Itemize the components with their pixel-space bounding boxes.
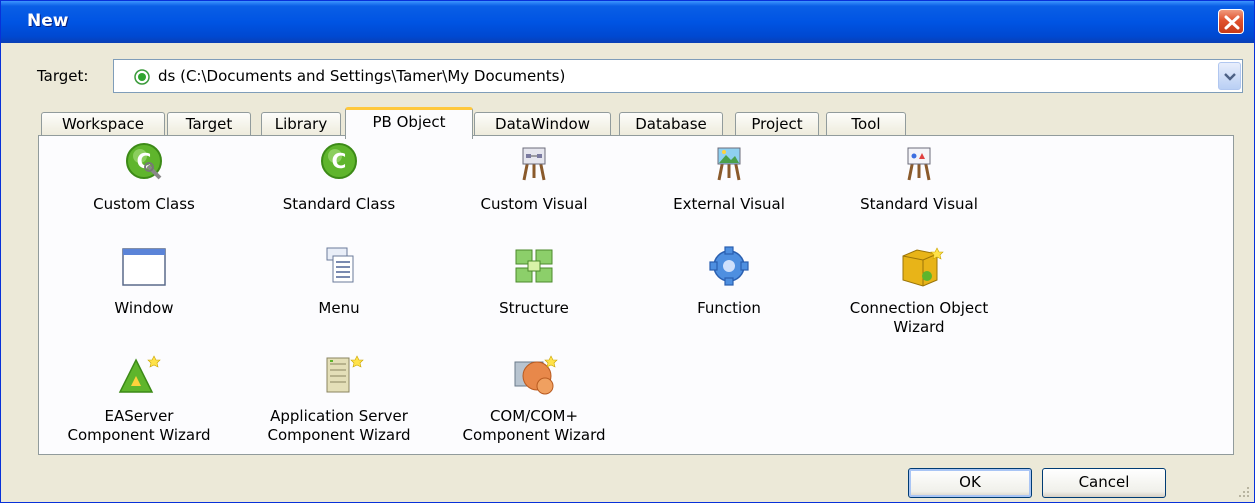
item-custom-visual[interactable]: Custom Visual (444, 142, 624, 217)
custom-visual-icon (522, 147, 546, 181)
item-custom-class[interactable]: C Custom Class (54, 142, 234, 217)
svg-text:C: C (332, 149, 347, 173)
item-label: External Visual (673, 195, 785, 213)
item-label-line2: Component Wizard (67, 426, 211, 444)
item-label: Window (114, 299, 174, 317)
item-label-line1: Connection Object (849, 299, 989, 317)
item-function[interactable]: Function (639, 246, 819, 321)
item-label: Custom Visual (480, 195, 588, 213)
standard-class-icon: C (321, 143, 357, 179)
cancel-button[interactable]: Cancel (1042, 468, 1166, 498)
item-external-visual[interactable]: External Visual (639, 142, 819, 217)
item-label-line2: Component Wizard (462, 426, 606, 444)
item-application-server-component-wizard[interactable]: Application Server Component Wizard (239, 354, 439, 449)
tab-pb-object[interactable]: PB Object (345, 107, 473, 139)
connection-wizard-icon (902, 247, 944, 287)
item-label-line1: Application Server (270, 407, 408, 425)
target-combobox[interactable]: ds (C:\Documents and Settings\Tamer\My D… (113, 59, 1243, 93)
new-dialog: New Target: ds (C:\Documents and Setting… (0, 0, 1255, 503)
com-wizard-icon (514, 355, 558, 395)
item-com-component-wizard[interactable]: COM/COM+ Component Wizard (439, 354, 629, 449)
item-standard-visual[interactable]: Standard Visual (829, 142, 1009, 217)
item-menu[interactable]: Menu (249, 246, 429, 321)
item-label-line1: COM/COM+ (489, 407, 579, 425)
title-bar[interactable]: New (1, 1, 1254, 43)
ok-button[interactable]: OK (908, 468, 1032, 498)
standard-visual-icon (907, 147, 931, 181)
item-label: Standard Class (282, 195, 396, 213)
item-label: Function (697, 299, 761, 317)
pb-object-panel: C Custom Class C Standard Class Custom V… (38, 135, 1234, 455)
chevron-down-icon (1224, 73, 1236, 81)
window-title: New (27, 11, 69, 31)
item-label: Structure (499, 299, 569, 317)
target-label: Target: (37, 67, 89, 85)
structure-icon (515, 249, 553, 283)
item-easerver-component-wizard[interactable]: EAServer Component Wizard (44, 354, 234, 449)
close-button[interactable] (1218, 9, 1244, 34)
target-dropdown-button[interactable] (1218, 62, 1241, 90)
item-label-line2: Component Wizard (267, 426, 411, 444)
item-connection-object-wizard[interactable]: Connection Object Wizard (829, 246, 1009, 341)
target-value: ds (C:\Documents and Settings\Tamer\My D… (158, 67, 566, 85)
item-standard-class[interactable]: C Standard Class (249, 142, 429, 217)
item-label-line2: Wizard (893, 318, 945, 336)
window-icon (122, 248, 166, 286)
item-structure[interactable]: Structure (444, 246, 624, 321)
custom-class-icon: C (126, 143, 162, 180)
resize-grip-icon[interactable] (1237, 485, 1251, 499)
target-radio-icon (134, 69, 150, 85)
menu-icon (326, 247, 354, 283)
easerver-wizard-icon (118, 355, 161, 393)
external-visual-icon (717, 147, 741, 181)
item-window[interactable]: Window (54, 246, 234, 321)
item-label-line1: EAServer (104, 407, 174, 425)
item-label: Custom Class (93, 195, 195, 213)
item-label: Standard Visual (860, 195, 978, 213)
close-icon (1224, 15, 1240, 30)
function-icon (709, 246, 749, 286)
app-server-wizard-icon (326, 355, 364, 393)
item-label: Menu (318, 299, 360, 317)
